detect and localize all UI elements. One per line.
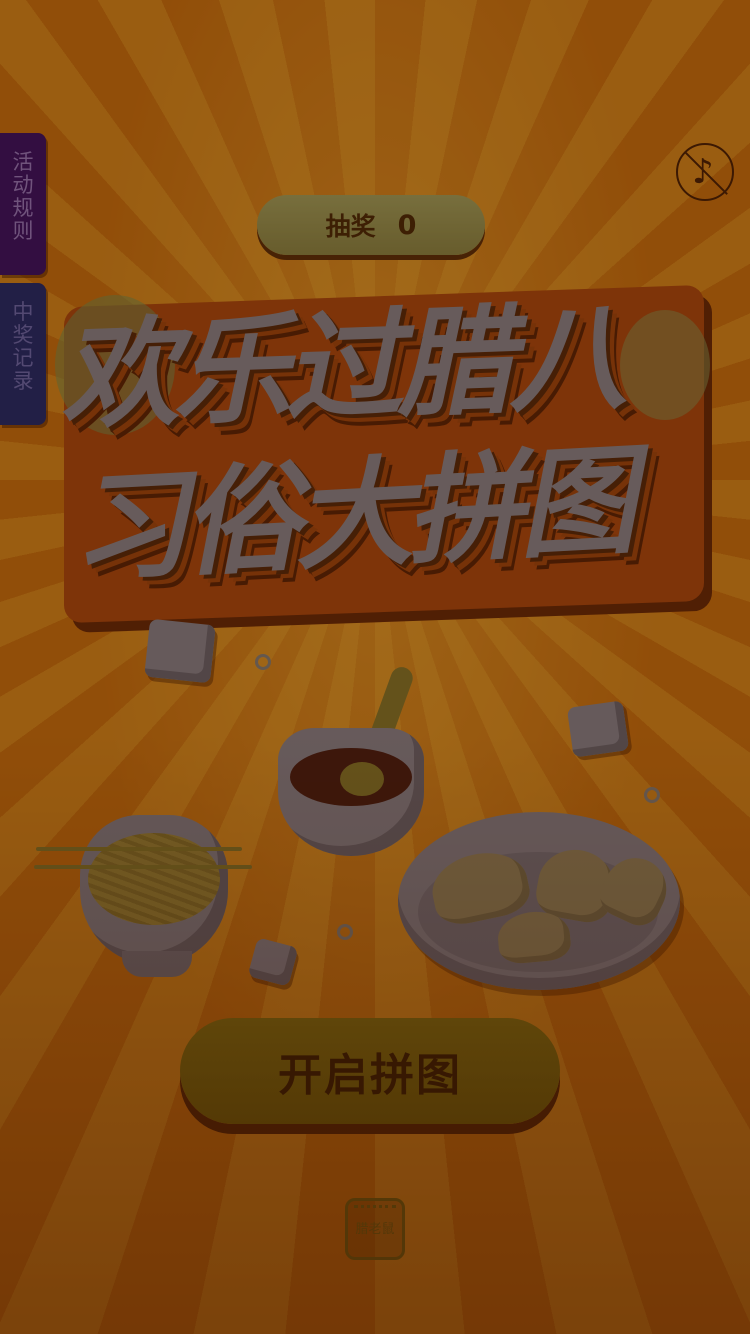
draw-count-label: 抽奖 <box>325 212 376 241</box>
chopstick-1 <box>36 847 242 851</box>
tofu-cube-2 <box>566 700 630 758</box>
tofu-cube-1 <box>144 618 216 684</box>
bubble-2 <box>644 787 660 803</box>
start-puzzle-label: 开启拼图 <box>278 1050 462 1101</box>
game-title: 欢乐过腊八 习俗大拼图 <box>0 270 750 630</box>
draw-count-value: 0 <box>397 209 417 241</box>
bubble-1 <box>255 654 271 670</box>
title-line-1: 欢乐过腊八 <box>57 287 623 446</box>
spoon-head <box>340 762 384 796</box>
draw-count-badge: 抽奖 0 <box>257 195 485 255</box>
rules-tab-label: 活动规则 <box>12 150 34 243</box>
rules-tab[interactable]: 活动规则 <box>0 133 46 275</box>
dumpling-plate <box>398 812 680 990</box>
music-toggle-button[interactable]: ♪ <box>676 143 734 201</box>
start-puzzle-button[interactable]: 开启拼图 <box>180 1018 560 1124</box>
noodle-bowl <box>80 815 228 977</box>
bubble-3 <box>337 924 353 940</box>
chopstick-2 <box>34 865 252 869</box>
noodle-bowl-foot <box>122 951 192 977</box>
brand-logo: 腊老鼠 <box>345 1198 405 1260</box>
brand-logo-text: 腊老鼠 <box>355 1222 395 1237</box>
